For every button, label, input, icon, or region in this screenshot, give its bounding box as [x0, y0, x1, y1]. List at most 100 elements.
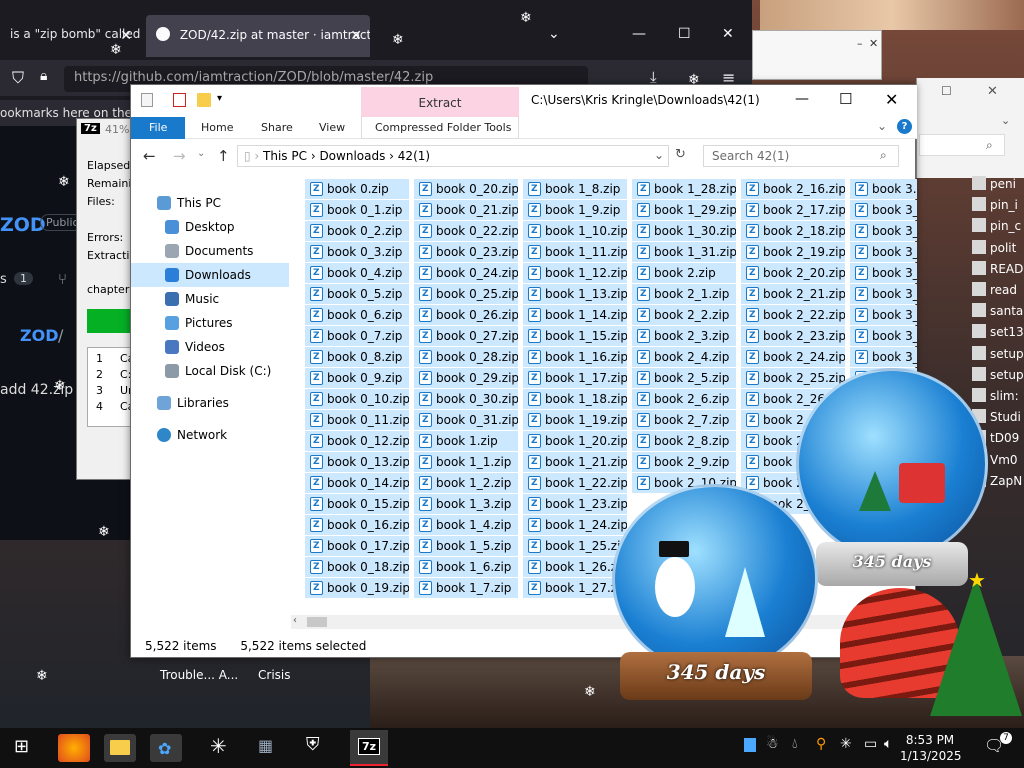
- file-item[interactable]: book 1_21.zip: [523, 452, 627, 472]
- file-item[interactable]: book 2_7.zip: [632, 410, 736, 430]
- file-item[interactable]: book 0_6.zip: [305, 305, 409, 325]
- file-item[interactable]: book 3_1.zip: [850, 200, 917, 220]
- breadcrumb-repo[interactable]: ZOD: [20, 326, 58, 345]
- scroll-left-icon[interactable]: ‹: [293, 615, 297, 626]
- file-item[interactable]: book 0_30.zip: [414, 389, 518, 409]
- close-icon[interactable]: ✕: [869, 37, 878, 50]
- file-item[interactable]: book 0_23.zip: [414, 242, 518, 262]
- file-item[interactable]: book 1_9.zip: [523, 200, 627, 220]
- file-item[interactable]: book 1_2.zip: [414, 473, 518, 493]
- nav-downloads[interactable]: Downloads: [131, 263, 289, 287]
- desktop-shortcut[interactable]: pin_c: [972, 218, 1024, 238]
- file-item[interactable]: book 1_19.zip: [523, 410, 627, 430]
- file-item[interactable]: book 1_10.zip: [523, 221, 627, 241]
- file-item[interactable]: book 2_4.zip: [632, 347, 736, 367]
- app-taskbar-button[interactable]: ✿: [150, 734, 182, 762]
- breadcrumb-this-pc[interactable]: This PC: [263, 149, 307, 163]
- file-item[interactable]: book 2.zip: [632, 263, 736, 283]
- tab-view[interactable]: View: [319, 121, 345, 134]
- desktop-shortcut[interactable]: READ: [972, 260, 1024, 281]
- file-item[interactable]: book 1_13.zip: [523, 284, 627, 304]
- file-item[interactable]: book 0_17.zip: [305, 536, 409, 556]
- minimize-icon[interactable]: —: [795, 91, 809, 107]
- file-item[interactable]: book 1_14.zip: [523, 305, 627, 325]
- desktop-shortcut[interactable]: santa: [972, 303, 1024, 323]
- file-item[interactable]: book 0_13.zip: [305, 452, 409, 472]
- chevron-down-icon[interactable]: ⌄: [1001, 114, 1010, 127]
- file-item[interactable]: book 0_8.zip: [305, 347, 409, 367]
- chevron-down-icon[interactable]: ⌄: [877, 119, 887, 133]
- file-item[interactable]: book 3.zip: [850, 179, 917, 199]
- file-item[interactable]: book 2_1.zip: [632, 284, 736, 304]
- file-item[interactable]: book 0_12.zip: [305, 431, 409, 451]
- file-item[interactable]: book 0_15.zip: [305, 494, 409, 514]
- file-item[interactable]: book 0_28.zip: [414, 347, 518, 367]
- file-item[interactable]: book 3_5.zip: [850, 284, 917, 304]
- desktop-shortcut[interactable]: pin_i: [972, 197, 1024, 217]
- file-item[interactable]: book 1_30.zip: [632, 221, 736, 241]
- tray-search-icon[interactable]: ⚲: [816, 736, 826, 752]
- file-item[interactable]: book 1_8.zip: [523, 179, 627, 199]
- help-icon[interactable]: ?: [897, 119, 912, 134]
- lock-icon[interactable]: 🔒︎: [40, 68, 47, 84]
- file-item[interactable]: book 0_19.zip: [305, 578, 409, 598]
- nav-pictures[interactable]: Pictures: [131, 311, 289, 335]
- customize-toolbar-icon[interactable]: ▾: [217, 93, 222, 104]
- file-item[interactable]: book 2_8.zip: [632, 431, 736, 451]
- desktop-shortcut[interactable]: peni: [972, 176, 1024, 196]
- file-item[interactable]: book 2_17.zip: [741, 200, 845, 220]
- nav-libraries[interactable]: Libraries: [131, 391, 289, 415]
- tray-asterisk-icon[interactable]: ✳: [840, 736, 852, 752]
- file-item[interactable]: book 0_24.zip: [414, 263, 518, 283]
- file-item[interactable]: book 0_26.zip: [414, 305, 518, 325]
- start-windows-icon[interactable]: ⊞: [14, 736, 29, 757]
- file-item[interactable]: book 0_4.zip: [305, 263, 409, 283]
- file-item[interactable]: book 0_14.zip: [305, 473, 409, 493]
- recent-chevron-icon[interactable]: ⌄: [197, 148, 205, 159]
- desktop-shortcut[interactable]: setup: [972, 366, 1024, 387]
- chevron-down-icon[interactable]: ⌄: [548, 26, 560, 42]
- new-folder-icon[interactable]: [197, 93, 211, 107]
- file-item[interactable]: book 1.zip: [414, 431, 518, 451]
- desktop-shortcut[interactable]: slim:: [972, 388, 1024, 408]
- file-item[interactable]: book 2_16.zip: [741, 179, 845, 199]
- file-item[interactable]: book 0_29.zip: [414, 368, 518, 388]
- file-item[interactable]: book 2_18.zip: [741, 221, 845, 241]
- file-item[interactable]: book 1_31.zip: [632, 242, 736, 262]
- file-item[interactable]: book 0.zip: [305, 179, 409, 199]
- file-item[interactable]: book 2_23.zip: [741, 326, 845, 346]
- tab-stub[interactable]: s: [0, 272, 7, 287]
- file-item[interactable]: book 1_17.zip: [523, 368, 627, 388]
- nav-music[interactable]: Music: [131, 287, 289, 311]
- system-clock[interactable]: 8:53 PM 1/13/2025: [900, 732, 962, 764]
- file-item[interactable]: book 0_1.zip: [305, 200, 409, 220]
- tab-share[interactable]: Share: [261, 121, 293, 134]
- breadcrumb-42-1[interactable]: 42(1): [398, 149, 430, 163]
- nav-documents[interactable]: Documents: [131, 239, 289, 263]
- close-icon[interactable]: ✕: [722, 26, 734, 42]
- file-item[interactable]: book 1_22.zip: [523, 473, 627, 493]
- file-item[interactable]: book 1_7.zip: [414, 578, 518, 598]
- desktop-shortcut[interactable]: read: [972, 282, 1024, 302]
- tab-home[interactable]: Home: [201, 121, 233, 134]
- volume-icon[interactable]: 🔈︎: [884, 736, 892, 752]
- file-item[interactable]: book 3_3.zip: [850, 242, 917, 262]
- nav-desktop[interactable]: Desktop: [131, 215, 289, 239]
- file-item[interactable]: book 0_16.zip: [305, 515, 409, 535]
- file-item[interactable]: book 0_21.zip: [414, 200, 518, 220]
- file-item[interactable]: book 1_18.zip: [523, 389, 627, 409]
- minimize-icon[interactable]: –: [857, 37, 863, 50]
- shield-icon[interactable]: ⛉: [12, 68, 24, 88]
- file-item[interactable]: book 1_12.zip: [523, 263, 627, 283]
- nav-network[interactable]: Network: [131, 423, 289, 447]
- file-item[interactable]: book 3_8.zip: [850, 347, 917, 367]
- file-item[interactable]: book 3_6.zip: [850, 305, 917, 325]
- file-item[interactable]: book 0_18.zip: [305, 557, 409, 577]
- file-item[interactable]: book 2_2.zip: [632, 305, 736, 325]
- file-item[interactable]: book 1_29.zip: [632, 200, 736, 220]
- file-item[interactable]: book 0_27.zip: [414, 326, 518, 346]
- file-item[interactable]: book 2_22.zip: [741, 305, 845, 325]
- image-viewer-icon[interactable]: ▦: [258, 736, 273, 755]
- horizontal-scrollbar[interactable]: ‹: [291, 615, 917, 629]
- file-item[interactable]: book 1_28.zip: [632, 179, 736, 199]
